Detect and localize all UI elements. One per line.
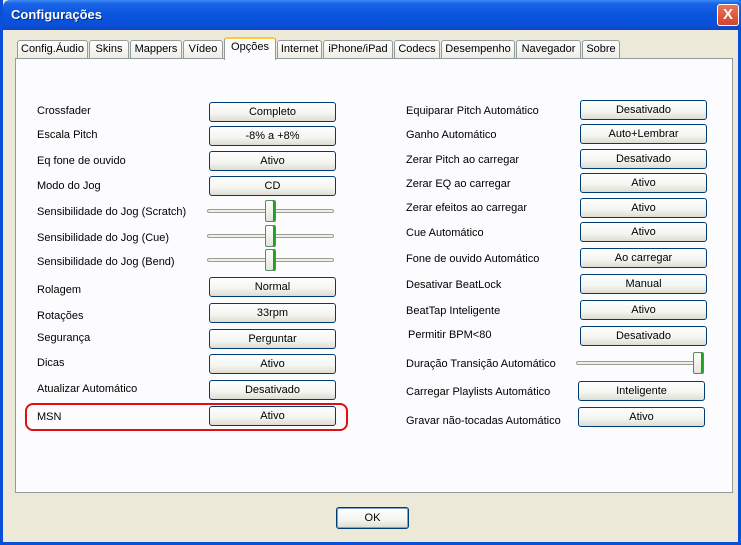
modo-jog-button[interactable]: CD bbox=[209, 176, 336, 196]
permitir-bpm-button[interactable]: Desativado bbox=[580, 326, 707, 346]
tab-navegador[interactable]: Navegador bbox=[516, 40, 581, 59]
equiparar-pitch-label: Equiparar Pitch Automático bbox=[406, 105, 539, 117]
beattap-button[interactable]: Ativo bbox=[580, 300, 707, 320]
zerar-eq-button[interactable]: Ativo bbox=[580, 173, 707, 193]
tab-skins[interactable]: Skins bbox=[89, 40, 129, 59]
ganho-button[interactable]: Auto+Lembrar bbox=[580, 124, 707, 144]
desativar-beatlock-button[interactable]: Manual bbox=[580, 274, 707, 294]
settings-window: Configurações X Config.Áudio Skins Mappe… bbox=[0, 0, 741, 545]
sens-scratch-slider[interactable] bbox=[207, 200, 334, 222]
zerar-pitch-button[interactable]: Desativado bbox=[580, 149, 707, 169]
crossfader-button[interactable]: Completo bbox=[209, 102, 336, 122]
slider-track bbox=[576, 361, 704, 365]
zerar-eq-label: Zerar EQ ao carregar bbox=[406, 178, 511, 190]
rolagem-label: Rolagem bbox=[37, 284, 82, 296]
slider-thumb[interactable] bbox=[265, 225, 276, 247]
zerar-pitch-label: Zerar Pitch ao carregar bbox=[406, 154, 520, 166]
atualizar-button[interactable]: Desativado bbox=[209, 380, 336, 400]
tab-opcoes[interactable]: Opções bbox=[224, 37, 276, 60]
tab-mappers[interactable]: Mappers bbox=[130, 40, 182, 59]
rolagem-button[interactable]: Normal bbox=[209, 277, 336, 297]
seguranca-button[interactable]: Perguntar bbox=[209, 329, 336, 349]
sens-bend-label: Sensibilidade do Jog (Bend) bbox=[37, 256, 175, 268]
equiparar-pitch-button[interactable]: Desativado bbox=[580, 100, 707, 120]
tab-video[interactable]: Vídeo bbox=[183, 40, 223, 59]
sens-cue-slider[interactable] bbox=[207, 225, 334, 247]
gravar-nao-tocadas-label: Gravar não-tocadas Automático bbox=[406, 415, 561, 427]
duracao-transicao-label: Duração Transição Automático bbox=[406, 358, 556, 370]
tab-sobre[interactable]: Sobre bbox=[582, 40, 620, 59]
window-title: Configurações bbox=[11, 7, 103, 22]
sens-scratch-label: Sensibilidade do Jog (Scratch) bbox=[37, 206, 187, 218]
fone-auto-button[interactable]: Ao carregar bbox=[580, 248, 707, 268]
sens-cue-label: Sensibilidade do Jog (Cue) bbox=[37, 232, 170, 244]
duracao-transicao-slider[interactable] bbox=[576, 352, 704, 374]
slider-thumb[interactable] bbox=[693, 352, 704, 374]
eq-fone-label: Eq fone de ouvido bbox=[37, 155, 126, 167]
zerar-efeitos-button[interactable]: Ativo bbox=[580, 198, 707, 218]
dicas-button[interactable]: Ativo bbox=[209, 354, 336, 374]
tab-iphone-ipad[interactable]: iPhone/iPad bbox=[323, 40, 393, 59]
msn-button[interactable]: Ativo bbox=[209, 406, 336, 426]
eq-fone-button[interactable]: Ativo bbox=[209, 151, 336, 171]
slider-thumb[interactable] bbox=[265, 200, 276, 222]
carregar-playlists-label: Carregar Playlists Automático bbox=[406, 386, 551, 398]
fone-auto-label: Fone de ouvido Automático bbox=[406, 253, 540, 265]
dicas-label: Dicas bbox=[37, 357, 65, 369]
cue-auto-label: Cue Automático bbox=[406, 227, 484, 239]
tab-config-audio[interactable]: Config.Áudio bbox=[17, 40, 88, 59]
rotacoes-label: Rotações bbox=[37, 310, 84, 322]
sens-bend-slider[interactable] bbox=[207, 249, 334, 271]
desativar-beatlock-label: Desativar BeatLock bbox=[406, 279, 502, 291]
seguranca-label: Segurança bbox=[37, 332, 91, 344]
gravar-nao-tocadas-button[interactable]: Ativo bbox=[578, 407, 705, 427]
modo-jog-label: Modo do Jog bbox=[37, 180, 101, 192]
close-icon: X bbox=[722, 6, 733, 23]
tab-internet[interactable]: Internet bbox=[277, 40, 322, 59]
msn-label: MSN bbox=[37, 411, 62, 423]
beattap-label: BeatTap Inteligente bbox=[406, 305, 501, 317]
ok-button[interactable]: OK bbox=[336, 507, 409, 529]
cue-auto-button[interactable]: Ativo bbox=[580, 222, 707, 242]
ganho-label: Ganho Automático bbox=[406, 129, 497, 141]
crossfader-label: Crossfader bbox=[37, 105, 91, 117]
escala-pitch-label: Escala Pitch bbox=[37, 129, 98, 141]
rotacoes-button[interactable]: 33rpm bbox=[209, 303, 336, 323]
escala-pitch-button[interactable]: -8% a +8% bbox=[209, 126, 336, 146]
tab-desempenho[interactable]: Desempenho bbox=[441, 40, 515, 59]
permitir-bpm-label: Permitir BPM<80 bbox=[408, 329, 492, 341]
zerar-efeitos-label: Zerar efeitos ao carregar bbox=[406, 202, 528, 214]
close-button[interactable]: X bbox=[717, 4, 739, 26]
atualizar-label: Atualizar Automático bbox=[37, 383, 138, 395]
tab-codecs[interactable]: Codecs bbox=[394, 40, 440, 59]
slider-thumb[interactable] bbox=[265, 249, 276, 271]
carregar-playlists-button[interactable]: Inteligente bbox=[578, 381, 705, 401]
title-bar[interactable]: Configurações X bbox=[3, 0, 741, 30]
